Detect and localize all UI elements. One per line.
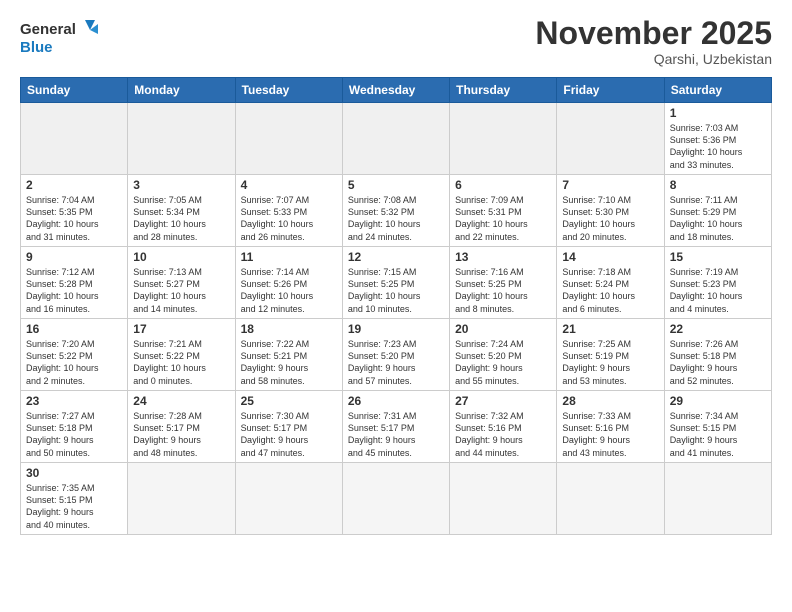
day-12-info: Sunrise: 7:15 AM Sunset: 5:25 PM Dayligh… <box>348 267 421 313</box>
day-25-info: Sunrise: 7:30 AM Sunset: 5:17 PM Dayligh… <box>241 411 310 457</box>
day-1-info: Sunrise: 7:03 AM Sunset: 5:36 PM Dayligh… <box>670 123 743 169</box>
day-15: 15 Sunrise: 7:19 AM Sunset: 5:23 PM Dayl… <box>664 247 771 319</box>
month-title: November 2025 <box>535 16 772 51</box>
day-30: 30 Sunrise: 7:35 AM Sunset: 5:15 PM Dayl… <box>21 463 128 535</box>
day-28: 28 Sunrise: 7:33 AM Sunset: 5:16 PM Dayl… <box>557 391 664 463</box>
day-3: 3 Sunrise: 7:05 AM Sunset: 5:34 PM Dayli… <box>128 175 235 247</box>
header-sunday: Sunday <box>21 78 128 103</box>
week-row-2: 2 Sunrise: 7:04 AM Sunset: 5:35 PM Dayli… <box>21 175 772 247</box>
location: Qarshi, Uzbekistan <box>535 51 772 67</box>
header-saturday: Saturday <box>664 78 771 103</box>
day-27-info: Sunrise: 7:32 AM Sunset: 5:16 PM Dayligh… <box>455 411 524 457</box>
day-9-info: Sunrise: 7:12 AM Sunset: 5:28 PM Dayligh… <box>26 267 99 313</box>
week-row-4: 16 Sunrise: 7:20 AM Sunset: 5:22 PM Dayl… <box>21 319 772 391</box>
header-wednesday: Wednesday <box>342 78 449 103</box>
day-4-info: Sunrise: 7:07 AM Sunset: 5:33 PM Dayligh… <box>241 195 314 241</box>
day-19: 19 Sunrise: 7:23 AM Sunset: 5:20 PM Dayl… <box>342 319 449 391</box>
day-18-info: Sunrise: 7:22 AM Sunset: 5:21 PM Dayligh… <box>241 339 310 385</box>
empty-cell <box>557 103 664 175</box>
day-3-info: Sunrise: 7:05 AM Sunset: 5:34 PM Dayligh… <box>133 195 206 241</box>
day-9: 9 Sunrise: 7:12 AM Sunset: 5:28 PM Dayli… <box>21 247 128 319</box>
day-25: 25 Sunrise: 7:30 AM Sunset: 5:17 PM Dayl… <box>235 391 342 463</box>
day-5-info: Sunrise: 7:08 AM Sunset: 5:32 PM Dayligh… <box>348 195 421 241</box>
day-20-info: Sunrise: 7:24 AM Sunset: 5:20 PM Dayligh… <box>455 339 524 385</box>
day-2: 2 Sunrise: 7:04 AM Sunset: 5:35 PM Dayli… <box>21 175 128 247</box>
day-21: 21 Sunrise: 7:25 AM Sunset: 5:19 PM Dayl… <box>557 319 664 391</box>
day-23-info: Sunrise: 7:27 AM Sunset: 5:18 PM Dayligh… <box>26 411 95 457</box>
empty-cell <box>342 103 449 175</box>
day-6-info: Sunrise: 7:09 AM Sunset: 5:31 PM Dayligh… <box>455 195 528 241</box>
day-8: 8 Sunrise: 7:11 AM Sunset: 5:29 PM Dayli… <box>664 175 771 247</box>
page: General Blue November 2025 Qarshi, Uzbek… <box>0 0 792 545</box>
day-2-info: Sunrise: 7:04 AM Sunset: 5:35 PM Dayligh… <box>26 195 99 241</box>
day-7-info: Sunrise: 7:10 AM Sunset: 5:30 PM Dayligh… <box>562 195 635 241</box>
logo-svg: General Blue <box>20 16 100 58</box>
day-13-info: Sunrise: 7:16 AM Sunset: 5:25 PM Dayligh… <box>455 267 528 313</box>
empty-cell <box>450 463 557 535</box>
day-21-info: Sunrise: 7:25 AM Sunset: 5:19 PM Dayligh… <box>562 339 631 385</box>
week-row-5: 23 Sunrise: 7:27 AM Sunset: 5:18 PM Dayl… <box>21 391 772 463</box>
empty-cell <box>128 103 235 175</box>
day-24: 24 Sunrise: 7:28 AM Sunset: 5:17 PM Dayl… <box>128 391 235 463</box>
day-4: 4 Sunrise: 7:07 AM Sunset: 5:33 PM Dayli… <box>235 175 342 247</box>
day-11-info: Sunrise: 7:14 AM Sunset: 5:26 PM Dayligh… <box>241 267 314 313</box>
empty-cell <box>128 463 235 535</box>
day-7: 7 Sunrise: 7:10 AM Sunset: 5:30 PM Dayli… <box>557 175 664 247</box>
day-18: 18 Sunrise: 7:22 AM Sunset: 5:21 PM Dayl… <box>235 319 342 391</box>
day-20: 20 Sunrise: 7:24 AM Sunset: 5:20 PM Dayl… <box>450 319 557 391</box>
empty-cell <box>557 463 664 535</box>
empty-cell <box>235 463 342 535</box>
title-area: November 2025 Qarshi, Uzbekistan <box>535 16 772 67</box>
empty-cell <box>342 463 449 535</box>
day-12: 12 Sunrise: 7:15 AM Sunset: 5:25 PM Dayl… <box>342 247 449 319</box>
day-14-info: Sunrise: 7:18 AM Sunset: 5:24 PM Dayligh… <box>562 267 635 313</box>
week-row-3: 9 Sunrise: 7:12 AM Sunset: 5:28 PM Dayli… <box>21 247 772 319</box>
day-11: 11 Sunrise: 7:14 AM Sunset: 5:26 PM Dayl… <box>235 247 342 319</box>
day-17-info: Sunrise: 7:21 AM Sunset: 5:22 PM Dayligh… <box>133 339 206 385</box>
day-5: 5 Sunrise: 7:08 AM Sunset: 5:32 PM Dayli… <box>342 175 449 247</box>
day-13: 13 Sunrise: 7:16 AM Sunset: 5:25 PM Dayl… <box>450 247 557 319</box>
day-17: 17 Sunrise: 7:21 AM Sunset: 5:22 PM Dayl… <box>128 319 235 391</box>
day-29-info: Sunrise: 7:34 AM Sunset: 5:15 PM Dayligh… <box>670 411 739 457</box>
header-thursday: Thursday <box>450 78 557 103</box>
header-friday: Friday <box>557 78 664 103</box>
day-23: 23 Sunrise: 7:27 AM Sunset: 5:18 PM Dayl… <box>21 391 128 463</box>
empty-cell <box>664 463 771 535</box>
header: General Blue November 2025 Qarshi, Uzbek… <box>20 16 772 67</box>
day-19-info: Sunrise: 7:23 AM Sunset: 5:20 PM Dayligh… <box>348 339 417 385</box>
empty-cell <box>21 103 128 175</box>
day-29: 29 Sunrise: 7:34 AM Sunset: 5:15 PM Dayl… <box>664 391 771 463</box>
day-14: 14 Sunrise: 7:18 AM Sunset: 5:24 PM Dayl… <box>557 247 664 319</box>
day-16-info: Sunrise: 7:20 AM Sunset: 5:22 PM Dayligh… <box>26 339 99 385</box>
day-26: 26 Sunrise: 7:31 AM Sunset: 5:17 PM Dayl… <box>342 391 449 463</box>
empty-cell <box>450 103 557 175</box>
svg-text:General: General <box>20 21 76 38</box>
day-27: 27 Sunrise: 7:32 AM Sunset: 5:16 PM Dayl… <box>450 391 557 463</box>
empty-cell <box>235 103 342 175</box>
day-1: 1 Sunrise: 7:03 AM Sunset: 5:36 PM Dayli… <box>664 103 771 175</box>
weekday-header-row: Sunday Monday Tuesday Wednesday Thursday… <box>21 78 772 103</box>
day-30-info: Sunrise: 7:35 AM Sunset: 5:15 PM Dayligh… <box>26 483 95 529</box>
week-row-6: 30 Sunrise: 7:35 AM Sunset: 5:15 PM Dayl… <box>21 463 772 535</box>
day-22-info: Sunrise: 7:26 AM Sunset: 5:18 PM Dayligh… <box>670 339 739 385</box>
day-28-info: Sunrise: 7:33 AM Sunset: 5:16 PM Dayligh… <box>562 411 631 457</box>
header-monday: Monday <box>128 78 235 103</box>
day-10-info: Sunrise: 7:13 AM Sunset: 5:27 PM Dayligh… <box>133 267 206 313</box>
day-16: 16 Sunrise: 7:20 AM Sunset: 5:22 PM Dayl… <box>21 319 128 391</box>
day-24-info: Sunrise: 7:28 AM Sunset: 5:17 PM Dayligh… <box>133 411 202 457</box>
day-10: 10 Sunrise: 7:13 AM Sunset: 5:27 PM Dayl… <box>128 247 235 319</box>
logo: General Blue <box>20 16 100 58</box>
svg-text:Blue: Blue <box>20 39 53 56</box>
day-8-info: Sunrise: 7:11 AM Sunset: 5:29 PM Dayligh… <box>670 195 743 241</box>
day-22: 22 Sunrise: 7:26 AM Sunset: 5:18 PM Dayl… <box>664 319 771 391</box>
week-row-1: 1 Sunrise: 7:03 AM Sunset: 5:36 PM Dayli… <box>21 103 772 175</box>
calendar: Sunday Monday Tuesday Wednesday Thursday… <box>20 77 772 535</box>
day-6: 6 Sunrise: 7:09 AM Sunset: 5:31 PM Dayli… <box>450 175 557 247</box>
header-tuesday: Tuesday <box>235 78 342 103</box>
day-15-info: Sunrise: 7:19 AM Sunset: 5:23 PM Dayligh… <box>670 267 743 313</box>
day-26-info: Sunrise: 7:31 AM Sunset: 5:17 PM Dayligh… <box>348 411 417 457</box>
